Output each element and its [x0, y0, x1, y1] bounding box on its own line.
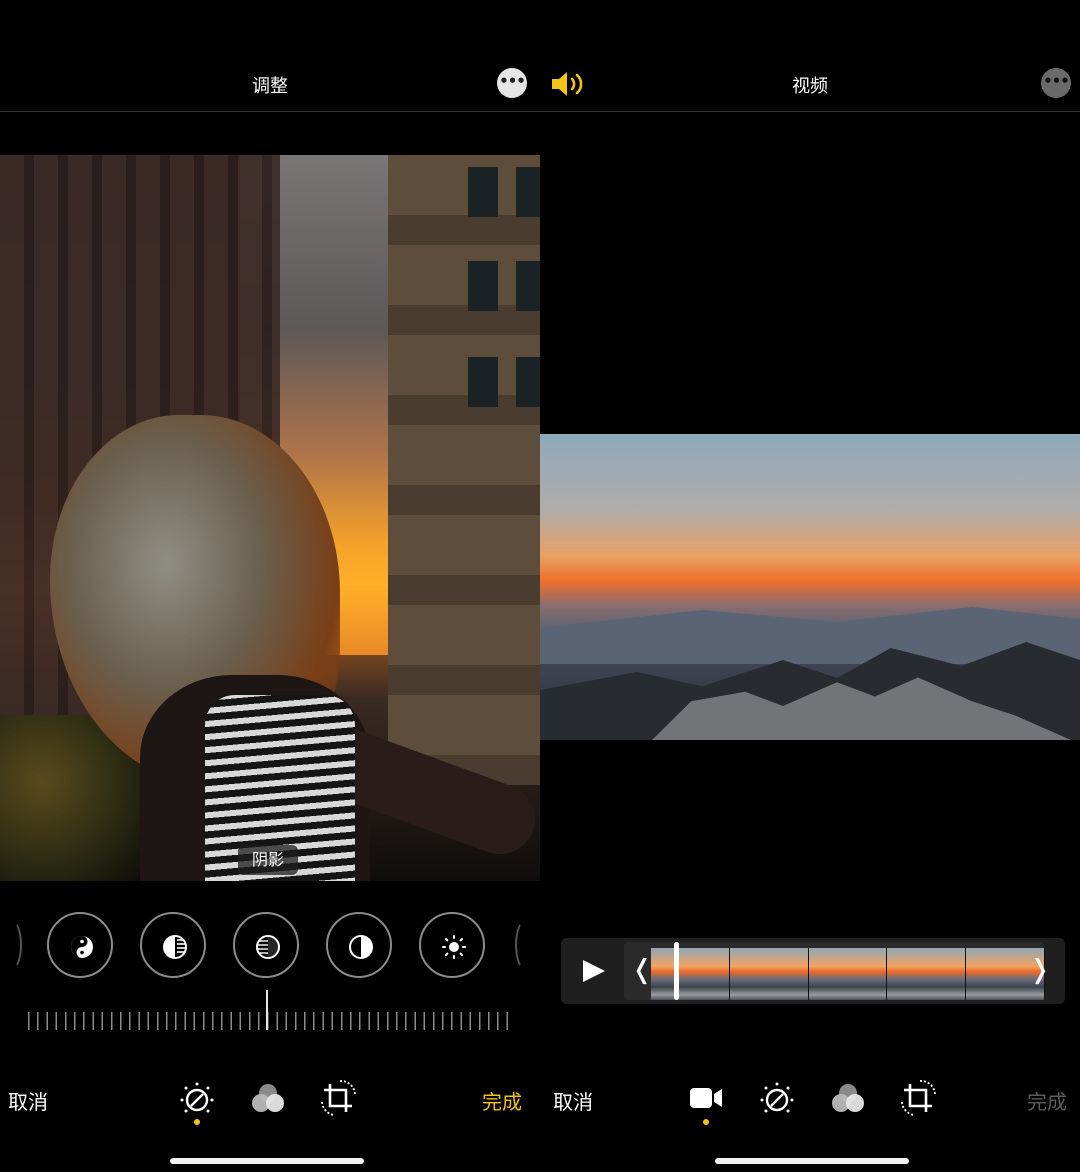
video-tab[interactable] — [686, 1078, 726, 1118]
more-options-button[interactable]: ••• — [497, 68, 527, 98]
adjust-title: 调整 — [252, 76, 288, 97]
brightness-dial[interactable] — [419, 912, 485, 978]
trim-region[interactable]: ❬ ❭ — [624, 942, 1051, 1000]
more-options-button[interactable]: ••• — [1041, 68, 1071, 98]
crop-icon — [321, 1080, 356, 1116]
active-tab-indicator — [703, 1119, 709, 1125]
cancel-button[interactable]: 取消 — [553, 1086, 593, 1115]
crop-tab[interactable] — [898, 1078, 938, 1118]
video-camera-icon — [690, 1088, 722, 1108]
video-preview[interactable] — [540, 434, 1080, 740]
adjust-panel: 调整 ••• 阴影 取消 完成 — [0, 0, 540, 1172]
play-icon — [583, 960, 605, 982]
brightness-icon — [442, 935, 466, 959]
video-bottom-toolbar: 取消 完成 — [540, 1078, 1080, 1125]
playhead[interactable] — [674, 942, 679, 1000]
cancel-button[interactable]: 取消 — [8, 1086, 48, 1115]
filters-tab[interactable] — [828, 1078, 868, 1118]
filters-icon — [252, 1084, 284, 1112]
photo-preview[interactable]: 阴影 — [0, 155, 540, 881]
brilliance-dial[interactable] — [140, 912, 206, 978]
shadows-icon — [349, 935, 373, 959]
adjustment-name-label: 阴影 — [238, 845, 298, 875]
home-indicator — [170, 1158, 364, 1164]
exposure-icon — [71, 936, 93, 958]
video-panel: 视频 ••• ❬ ❭ 取消 完成 — [540, 0, 1080, 1172]
header-divider — [540, 111, 1080, 112]
adjust-bottom-toolbar: 取消 完成 — [0, 1078, 540, 1125]
slider-indicator[interactable] — [266, 990, 268, 1030]
highlights-icon — [256, 935, 280, 959]
header-divider — [0, 111, 540, 112]
partial-dial-left[interactable] — [2, 920, 22, 970]
adjustment-slider-ruler[interactable] — [28, 1012, 508, 1030]
done-button[interactable]: 完成 — [1027, 1086, 1067, 1115]
shadows-dial[interactable] — [326, 912, 392, 978]
adjust-icon — [180, 1082, 214, 1113]
adjust-tab[interactable] — [177, 1078, 217, 1118]
active-tab-indicator — [194, 1119, 200, 1125]
trim-end-handle[interactable]: ❭ — [1029, 955, 1051, 985]
crop-tab[interactable] — [318, 1078, 358, 1118]
done-button[interactable]: 完成 — [482, 1086, 522, 1115]
adjust-icon — [760, 1082, 794, 1113]
brilliance-icon — [163, 935, 187, 959]
filters-tab[interactable] — [248, 1078, 288, 1118]
crop-icon — [901, 1080, 936, 1116]
adjust-tool-carousel[interactable] — [0, 912, 540, 982]
home-indicator — [715, 1158, 909, 1164]
exposure-dial[interactable] — [47, 912, 113, 978]
highlights-dial[interactable] — [233, 912, 299, 978]
frame-strip — [651, 948, 1045, 1000]
video-title: 视频 — [792, 76, 828, 97]
filters-icon — [832, 1084, 864, 1112]
video-header: 视频 ••• — [540, 56, 1080, 112]
trim-start-handle[interactable]: ❬ — [631, 955, 653, 985]
partial-dial-right[interactable] — [515, 920, 535, 970]
video-timeline: ❬ ❭ — [561, 938, 1065, 1004]
adjust-header: 调整 ••• — [0, 56, 540, 112]
adjust-tab[interactable] — [757, 1078, 797, 1118]
play-button[interactable] — [561, 938, 623, 1004]
